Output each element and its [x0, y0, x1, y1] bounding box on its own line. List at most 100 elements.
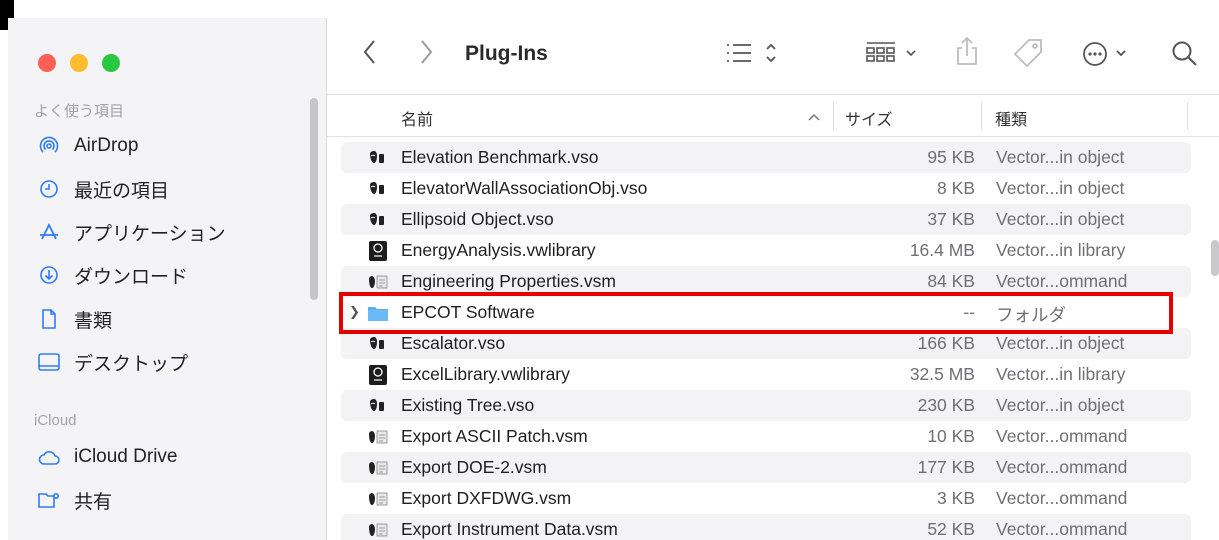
sidebar-item-applications[interactable]: アプリケーション: [38, 217, 226, 247]
file-row[interactable]: Elevation Benchmark.vso 95 KB Vector...in …: [341, 142, 1191, 173]
chevron-right-icon: [421, 40, 433, 64]
column-kind-header[interactable]: 種類: [995, 106, 1027, 130]
file-row[interactable]: Export Instrument Data.vsm 52 KB Vector...…: [341, 514, 1191, 540]
file-kind: Vector...ommand: [996, 426, 1128, 446]
file-kind: Vector...in object: [996, 147, 1125, 167]
file-name: Engineering Properties.vsm: [401, 271, 616, 291]
file-kind: Vector...in object: [996, 395, 1125, 415]
file-size: 32.5 MB: [909, 364, 975, 384]
window-title: Plug-Ins: [465, 42, 548, 65]
tag-button[interactable]: [1011, 38, 1045, 68]
shared-folder-icon: [38, 489, 60, 511]
applications-icon: [38, 221, 60, 243]
sidebar-item-label: iCloud Drive: [74, 446, 178, 467]
share-icon: [957, 36, 977, 65]
file-size: 84 KB: [927, 271, 975, 291]
sidebar-item-documents[interactable]: 書類: [38, 304, 112, 334]
file-kind: Vector...in object: [996, 178, 1125, 198]
group-button[interactable]: [865, 40, 935, 66]
sidebar-item-airdrop[interactable]: AirDrop: [38, 131, 138, 161]
column-divider[interactable]: [833, 102, 834, 130]
file-name: Export DOE-2.vsm: [401, 457, 547, 477]
chevron-left-icon: [363, 40, 375, 64]
close-button[interactable]: [38, 54, 56, 72]
view-options-button[interactable]: [725, 40, 785, 66]
sidebar-item-label: デスクトップ: [74, 353, 189, 375]
sidebar-item-label: 書類: [74, 310, 113, 332]
file-size: 8 KB: [937, 178, 975, 198]
download-icon: [38, 264, 60, 286]
sidebar: よく使う項目 AirDrop 最近の項目 アプリケーション ダウンロード 書類: [8, 18, 327, 540]
file-name: Elevation Benchmark.vso: [401, 147, 599, 167]
sidebar-item-shared[interactable]: 共有: [38, 485, 112, 515]
share-button[interactable]: [955, 36, 979, 66]
file-size: 52 KB: [927, 519, 975, 539]
file-row[interactable]: Export DOE-2.vsm 177 KB Vector...ommand: [341, 452, 1191, 483]
sidebar-item-downloads[interactable]: ダウンロード: [38, 260, 188, 290]
sidebar-item-label: アプリケーション: [74, 223, 226, 245]
document-icon: [38, 308, 60, 330]
file-row[interactable]: Export DXFDWG.vsm 3 KB Vector...ommand: [341, 483, 1191, 514]
list-scrollbar[interactable]: [1211, 240, 1219, 276]
file-name: Export ASCII Patch.vsm: [401, 426, 588, 446]
column-size-header[interactable]: サイズ: [845, 106, 893, 130]
file-size: 16.4 MB: [909, 240, 975, 260]
sidebar-item-desktop[interactable]: デスクトップ: [38, 347, 188, 377]
sort-ascending-icon[interactable]: [807, 112, 821, 122]
file-kind: Vector...in library: [996, 240, 1126, 260]
sidebar-item-icloud-drive[interactable]: iCloud Drive: [38, 442, 177, 472]
file-kind: Vector...in library: [996, 364, 1126, 384]
minimize-button[interactable]: [70, 54, 88, 72]
file-name: Export DXFDWG.vsm: [401, 488, 572, 508]
file-name: EnergyAnalysis.vwlibrary: [401, 240, 596, 260]
partial-file-icon: [371, 136, 387, 140]
file-size: 95 KB: [927, 147, 975, 167]
file-kind: Vector...in object: [996, 209, 1125, 229]
toolbar: Plug-Ins: [327, 18, 1219, 95]
file-size: 37 KB: [927, 209, 975, 229]
file-row[interactable]: Existing Tree.vso 230 KB Vector...in objec…: [341, 390, 1191, 421]
column-divider[interactable]: [981, 102, 982, 130]
file-name: ExcelLibrary.vwlibrary: [401, 364, 570, 384]
file-size: 166 KB: [917, 333, 975, 353]
search-button[interactable]: [1171, 40, 1199, 68]
file-name: Ellipsoid Object.vso: [401, 209, 554, 229]
sidebar-item-label: 最近の項目: [74, 180, 170, 202]
file-row[interactable]: EnergyAnalysis.vwlibrary 16.4 MB Vector...…: [341, 235, 1191, 266]
file-size: 230 KB: [917, 395, 975, 415]
forward-button[interactable]: [417, 38, 435, 66]
file-size: 10 KB: [927, 426, 975, 446]
traffic-lights: [38, 54, 120, 72]
desktop-icon: [38, 351, 60, 373]
zoom-button[interactable]: [102, 54, 120, 72]
more-actions-button[interactable]: [1081, 40, 1133, 68]
highlight-box: [339, 292, 1173, 334]
file-name: Escalator.vso: [401, 333, 506, 353]
sidebar-scrollbar[interactable]: [310, 98, 318, 300]
clock-icon: [38, 178, 60, 200]
sidebar-item-label: 共有: [74, 491, 113, 513]
list-view-icon: [727, 43, 776, 63]
column-divider[interactable]: [1187, 102, 1188, 130]
file-kind: Vector...ommand: [996, 457, 1128, 477]
file-row[interactable]: ElevatorWallAssociationObj.vso 8 KB Vector…: [341, 173, 1191, 204]
file-kind: Vector...ommand: [996, 488, 1128, 508]
file-row[interactable]: Export ASCII Patch.vsm 10 KB Vector...omma…: [341, 421, 1191, 452]
icloud-header: iCloud: [34, 412, 77, 429]
file-size: 3 KB: [937, 488, 975, 508]
column-name-header[interactable]: 名前: [401, 106, 433, 130]
file-kind: Vector...ommand: [996, 271, 1128, 291]
file-list: Elevation Benchmark.vso 95 KB Vector...in …: [327, 136, 1219, 540]
file-size: 177 KB: [917, 457, 975, 477]
file-name: Existing Tree.vso: [401, 395, 535, 415]
file-name: Export Instrument Data.vsm: [401, 519, 618, 539]
file-row[interactable]: ExcelLibrary.vwlibrary 32.5 MB Vector...in…: [341, 359, 1191, 390]
ellipsis-circle-icon: [1083, 42, 1126, 66]
grid-group-icon: [866, 42, 916, 62]
file-row[interactable]: Ellipsoid Object.vso 37 KB Vector...in obj…: [341, 204, 1191, 235]
sidebar-item-label: ダウンロード: [74, 266, 189, 288]
back-button[interactable]: [361, 38, 379, 66]
column-header: 名前 サイズ 種類: [327, 96, 1219, 137]
sidebar-item-label: AirDrop: [74, 135, 139, 156]
sidebar-item-recents[interactable]: 最近の項目: [38, 174, 169, 204]
